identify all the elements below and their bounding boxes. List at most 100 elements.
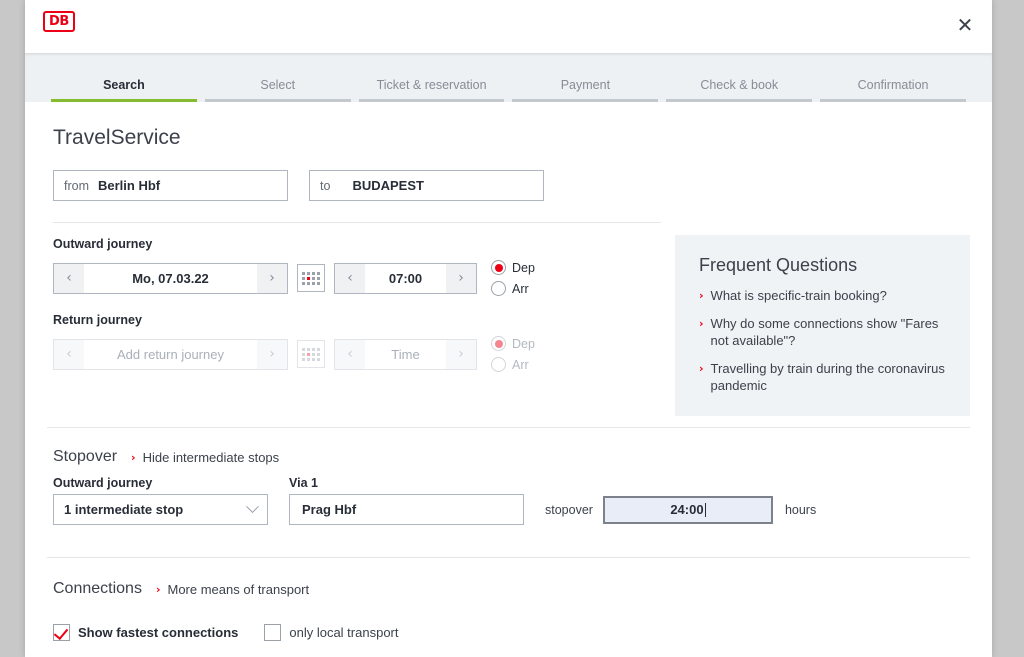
stopover-duration-input[interactable]: 24:00 (603, 496, 773, 524)
divider (47, 427, 970, 428)
outward-time-stepper[interactable]: ‹ 07:00 › (334, 263, 477, 294)
return-arr-option[interactable]: Arr (491, 354, 535, 375)
stopover-section: Stopover › Hide intermediate stops Outwa… (47, 436, 970, 525)
return-date-placeholder: Add return journey (84, 340, 257, 369)
radio-dep-label: Dep (512, 261, 535, 275)
cal-dot (312, 272, 315, 275)
cal-dot (302, 358, 305, 361)
frequent-questions-panel: Frequent Questions › What is specific-tr… (675, 235, 970, 416)
more-means-of-transport-link[interactable]: › More means of transport (156, 581, 309, 598)
next-time-icon[interactable]: › (446, 264, 476, 293)
tab-label: Check & book (700, 78, 778, 92)
cal-dot (312, 358, 315, 361)
connection-options: Show fastest connections only local tran… (53, 624, 970, 641)
radio-arr-icon[interactable] (491, 281, 506, 296)
cal-dot (302, 282, 305, 285)
cal-dot (312, 353, 315, 356)
next-date-icon[interactable]: › (257, 264, 287, 293)
hours-label: hours (785, 503, 816, 517)
return-time-stepper[interactable]: ‹ Time › (334, 339, 477, 370)
only-local-transport-label: only local transport (289, 625, 398, 640)
radio-arr-icon[interactable] (491, 357, 506, 372)
close-icon[interactable]: ✕ (950, 10, 980, 40)
cal-dot (307, 282, 310, 285)
return-calendar-icon[interactable] (297, 340, 325, 368)
cal-dot (317, 282, 320, 285)
stopover-duration-value: 24:00 (670, 502, 703, 517)
connections-header: Connections › More means of transport (53, 580, 970, 598)
return-time-placeholder: Time (365, 340, 446, 369)
db-logo-icon: DB (43, 11, 75, 32)
booking-dialog: DB ✕ Search Select Ticket & reservation … (25, 0, 992, 657)
origin-destination-row: from Berlin Hbf to BUDAPEST (53, 170, 970, 201)
faq-link-2[interactable]: › Why do some connections show "Fares no… (699, 315, 948, 349)
tab-payment[interactable]: Payment (508, 78, 662, 102)
cal-dot (302, 348, 305, 351)
faq-link-3[interactable]: › Travelling by train during the coronav… (699, 360, 948, 394)
tab-search[interactable]: Search (47, 78, 201, 102)
intermediate-stops-select[interactable]: 1 intermediate stop (53, 494, 268, 525)
chevron-right-icon: › (699, 315, 704, 349)
more-means-of-transport-label: More means of transport (168, 582, 310, 597)
intermediate-stops-value: 1 intermediate stop (64, 502, 183, 517)
cal-dot (317, 353, 320, 356)
checkbox-only-local-icon[interactable] (264, 624, 281, 641)
outward-date-value: Mo, 07.03.22 (84, 264, 257, 293)
radio-dep-icon[interactable] (491, 260, 506, 275)
faq-link-label: Why do some connections show "Fares not … (711, 315, 948, 349)
cal-dot (312, 277, 315, 280)
calendar-grid (302, 348, 320, 361)
tab-check-book[interactable]: Check & book (662, 78, 816, 102)
outward-dep-option[interactable]: Dep (491, 257, 535, 278)
to-label: to (320, 179, 330, 193)
outward-arr-option[interactable]: Arr (491, 278, 535, 299)
outward-dep-arr-group: Dep Arr (491, 257, 535, 299)
return-date-stepper[interactable]: ‹ Add return journey › (53, 339, 288, 370)
prev-date-icon[interactable]: ‹ (54, 264, 84, 293)
chevron-right-icon: › (699, 360, 704, 394)
prev-return-date-icon[interactable]: ‹ (54, 340, 84, 369)
checkbox-show-fastest-icon[interactable] (53, 624, 70, 641)
from-field[interactable]: from Berlin Hbf (53, 170, 288, 201)
cal-dot (307, 272, 310, 275)
show-fastest-connections-option[interactable]: Show fastest connections (53, 624, 238, 641)
only-local-transport-option[interactable]: only local transport (264, 624, 398, 641)
stopover-heading: Stopover (53, 448, 117, 466)
prev-return-time-icon[interactable]: ‹ (335, 340, 365, 369)
chevron-right-icon: › (156, 581, 161, 598)
radio-dep-icon[interactable] (491, 336, 506, 351)
calendar-icon[interactable] (297, 264, 325, 292)
show-fastest-connections-label: Show fastest connections (78, 625, 238, 640)
via-1-input[interactable]: Prag Hbf (289, 494, 524, 525)
next-return-date-icon[interactable]: › (257, 340, 287, 369)
next-return-time-icon[interactable]: › (446, 340, 476, 369)
tab-select[interactable]: Select (201, 78, 355, 102)
divider (53, 222, 661, 223)
cal-dot (307, 358, 310, 361)
tab-label: Confirmation (858, 78, 929, 92)
cal-dot (317, 277, 320, 280)
progress-tabs: Search Select Ticket & reservation Payme… (25, 53, 992, 102)
tab-confirmation[interactable]: Confirmation (816, 78, 970, 102)
faq-link-label: Travelling by train during the coronavir… (711, 360, 948, 394)
cal-dot-today (307, 353, 310, 356)
radio-dep-label: Dep (512, 337, 535, 351)
from-value: Berlin Hbf (98, 178, 160, 193)
outward-time-value: 07:00 (365, 264, 446, 293)
faq-link-1[interactable]: › What is specific-train booking? (699, 287, 948, 304)
prev-time-icon[interactable]: ‹ (335, 264, 365, 293)
stopover-outward-label: Outward journey (53, 476, 289, 490)
chevron-right-icon: › (131, 449, 136, 466)
stopover-duration-label: stopover (545, 503, 593, 517)
tab-ticket-reservation[interactable]: Ticket & reservation (355, 78, 509, 102)
chevron-right-icon: › (699, 287, 704, 304)
cal-dot-today (307, 277, 310, 280)
to-field[interactable]: to BUDAPEST (309, 170, 544, 201)
from-label: from (64, 179, 89, 193)
outward-date-stepper[interactable]: ‹ Mo, 07.03.22 › (53, 263, 288, 294)
hide-intermediate-stops-label: Hide intermediate stops (143, 450, 280, 465)
page-title: TravelService (53, 126, 970, 150)
return-dep-option[interactable]: Dep (491, 333, 535, 354)
tab-label: Select (260, 78, 295, 92)
hide-intermediate-stops-link[interactable]: › Hide intermediate stops (131, 449, 279, 466)
